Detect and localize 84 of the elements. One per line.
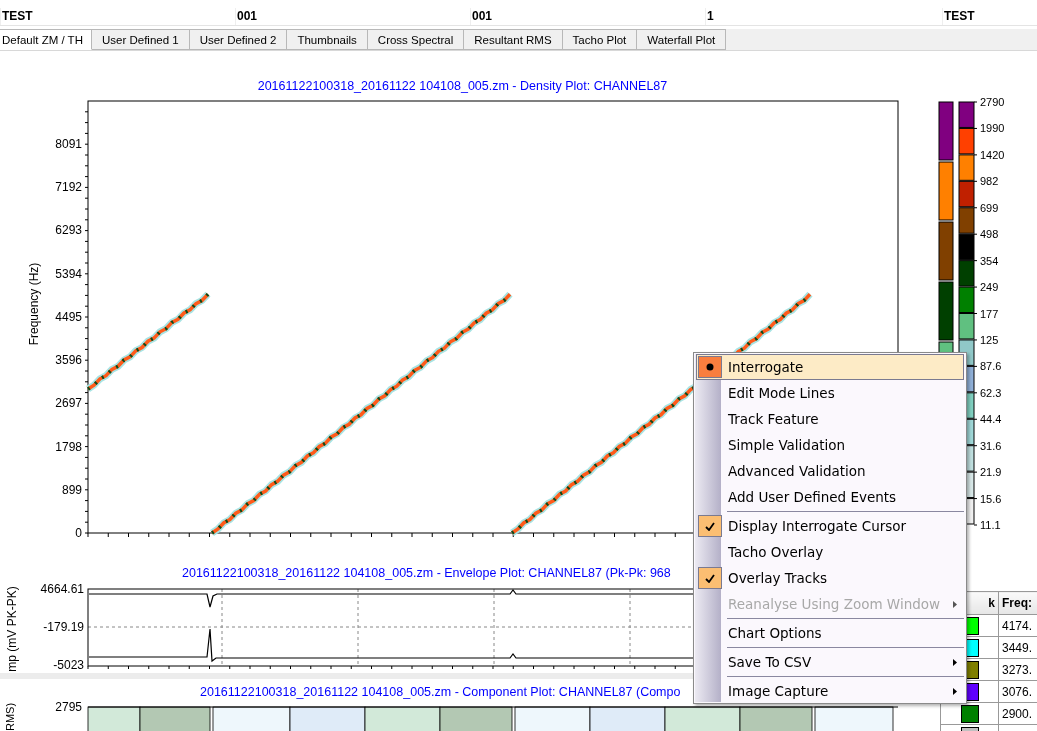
menu-item[interactable]: Advanced Validation xyxy=(696,458,964,484)
scale-label: 62.3 xyxy=(980,386,1002,399)
header-cell: TEST xyxy=(942,8,1037,25)
tick-label: 1798 xyxy=(55,439,82,454)
tab[interactable]: Cross Spectral xyxy=(367,29,465,50)
scale-label: 87.6 xyxy=(980,360,1002,373)
menu-item[interactable]: Overlay Tracks xyxy=(696,565,964,591)
scale-label: 125 xyxy=(980,333,999,346)
header-cell: 1 xyxy=(705,8,942,25)
tick-label: 5394 xyxy=(55,266,82,281)
plot-title: 20161122100318_20161122 104108_005.zm - Component Plot: CHANNEL87 (Compo xyxy=(200,684,681,700)
menu-label: Advanced Validation xyxy=(728,463,866,479)
tick-label: 3596 xyxy=(55,353,82,368)
axis-label: Frequency (Hz) xyxy=(27,262,41,346)
tick-label: 4664.61 xyxy=(40,582,84,596)
scale-label: 21.9 xyxy=(980,466,1002,479)
menu-item[interactable]: Edit Mode Lines xyxy=(696,380,964,406)
tick-label: 2795 xyxy=(55,700,82,714)
scale-label: 498 xyxy=(980,228,999,241)
menu-label: Add User Defined Events xyxy=(728,489,897,505)
menu-label: Interrogate xyxy=(728,359,804,375)
tab[interactable]: Waterfall Plot xyxy=(637,29,727,50)
tab[interactable]: Resultant RMS xyxy=(464,29,563,50)
tab[interactable]: User Defined 2 xyxy=(189,29,288,50)
axis-label: RMS) xyxy=(4,702,16,731)
menu-label: Chart Options xyxy=(728,625,822,641)
menu-label: Tacho Overlay xyxy=(728,544,824,560)
menu-item[interactable]: Simple Validation xyxy=(696,432,964,458)
plot-title: 20161122100318_20161122 104108_005.zm - Density Plot: CHANNEL87 xyxy=(257,78,668,94)
menu-item[interactable]: Image Capture xyxy=(696,678,964,704)
menu-label: Save To CSV xyxy=(728,654,812,670)
tick-label: 4495 xyxy=(55,309,82,324)
menu-item[interactable]: Chart Options xyxy=(696,620,964,646)
tab[interactable]: Thumbnails xyxy=(287,29,368,50)
submenu-arrow-icon xyxy=(953,659,957,666)
scale-label: 177 xyxy=(980,307,999,320)
tick-label: 2697 xyxy=(55,396,82,411)
table-cell: 3076. xyxy=(1002,684,1033,699)
menu-label: Edit Mode Lines xyxy=(728,385,835,401)
scale-label: 11.1 xyxy=(980,519,1001,531)
scale-label: 699 xyxy=(980,201,999,214)
menu-item[interactable]: Tacho Overlay xyxy=(696,539,964,565)
tick-label: 6293 xyxy=(55,223,82,238)
tick-label: 899 xyxy=(61,482,82,497)
header-cell: 001 xyxy=(470,8,705,25)
tick-label: -5023 xyxy=(53,658,84,672)
scale-label: 44.4 xyxy=(980,413,1002,426)
tick-label: 8091 xyxy=(55,137,82,151)
menu-label: Reanalyse Using Zoom Window xyxy=(728,596,941,612)
axis-label: mp (mV PK-PK) xyxy=(5,586,19,672)
tab[interactable]: User Defined 1 xyxy=(91,29,190,50)
menu-label: Overlay Tracks xyxy=(728,570,828,586)
tab[interactable]: Default ZM / TH xyxy=(0,29,92,50)
scale-label: 1420 xyxy=(980,148,1005,161)
menu-label: Image Capture xyxy=(728,683,829,699)
menu-label: Simple Validation xyxy=(728,437,846,453)
menu-item[interactable]: Display Interrogate Cursor xyxy=(696,513,964,539)
plot-title: 20161122100318_20161122 104108_005.zm - Envelope Plot: CHANNEL87 (Pk-Pk: 968 xyxy=(182,565,671,581)
scale-label: 2790 xyxy=(980,96,1005,108)
scale-label: 31.6 xyxy=(980,439,1002,452)
menu-item[interactable]: Save To CSV xyxy=(696,649,964,675)
column-header: Freq: xyxy=(998,591,1037,615)
scale-label: 1990 xyxy=(980,122,1005,135)
header-cell: 001 xyxy=(235,8,470,25)
tab[interactable]: Tacho Plot xyxy=(562,29,638,50)
menu-item[interactable]: Add User Defined Events xyxy=(696,484,964,510)
submenu-arrow-icon xyxy=(953,601,957,608)
menu-item[interactable]: Track Feature xyxy=(696,406,964,432)
tick-label: -179.19 xyxy=(43,620,84,634)
submenu-arrow-icon xyxy=(953,688,957,695)
table-cell: 4174. xyxy=(1002,618,1033,633)
header-cell: TEST xyxy=(0,8,235,25)
scale-label: 249 xyxy=(980,281,999,294)
menu-label: Display Interrogate Cursor xyxy=(728,518,907,534)
menu-item[interactable]: Interrogate xyxy=(696,354,964,380)
scale-label: 354 xyxy=(980,254,999,267)
table-cell: 3449. xyxy=(1002,640,1033,655)
tick-label: 7192 xyxy=(55,180,82,195)
table-cell: 2900. xyxy=(1002,706,1033,721)
table-cell: 3273. xyxy=(1002,662,1033,677)
menu-label: Track Feature xyxy=(728,411,819,427)
scale-label: 15.6 xyxy=(980,492,1002,505)
tick-label: 0 xyxy=(75,526,82,540)
scale-label: 982 xyxy=(980,175,999,188)
